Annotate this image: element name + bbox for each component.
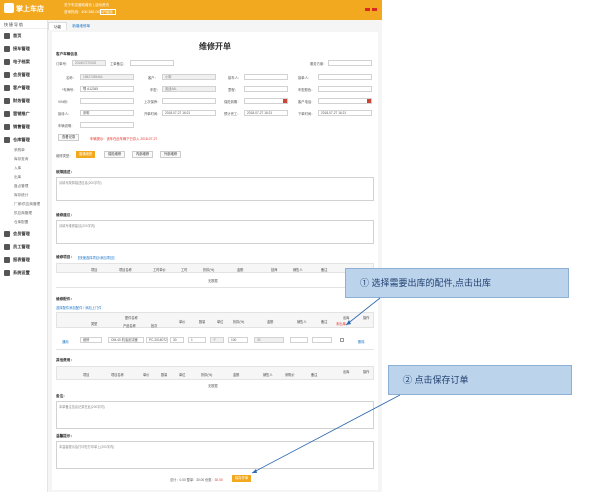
arrow-to-outbound — [345, 297, 381, 326]
annotation-arrows — [251, 297, 401, 474]
arrow-to-save — [251, 394, 401, 474]
arrowhead — [252, 469, 257, 473]
arrowhead — [346, 320, 351, 325]
